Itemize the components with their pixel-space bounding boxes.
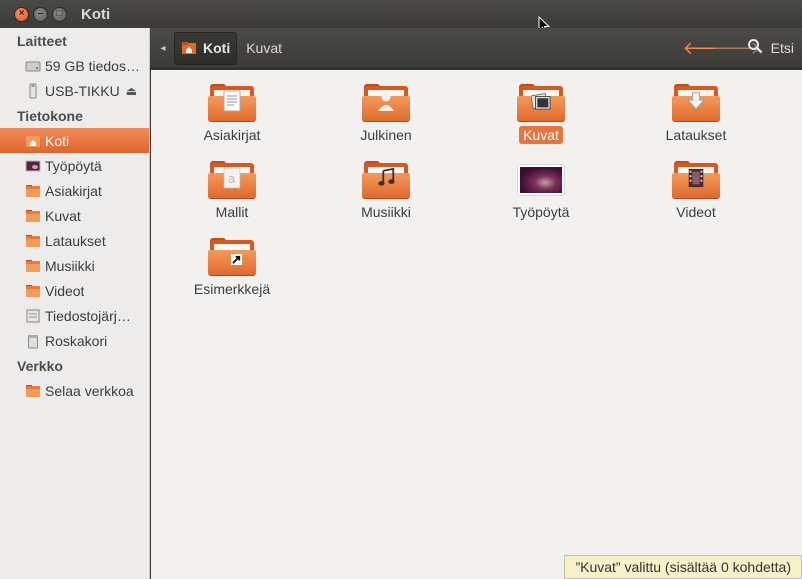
sidebar-item-musiikki[interactable]: Musiikki: [0, 253, 149, 278]
hard-drive-icon: [25, 58, 41, 74]
sidebar-item-label: Musiikki: [45, 257, 95, 274]
home-folder-icon: [181, 40, 197, 56]
sidebar-item-label: Videot: [45, 282, 85, 299]
pictures-folder-icon: [25, 208, 41, 224]
file-item-mallit[interactable]: a Mallit: [155, 147, 309, 221]
file-item-label: Musiikki: [361, 204, 411, 220]
sidebar: Laitteet 59 GB tiedos… USB-TIKKU ⏏ Tietokone…: [0, 28, 150, 579]
sidebar-item-label: Koti: [45, 132, 70, 149]
status-bar: ”Kuvat” valittu (sisältää 0 kohdetta): [564, 555, 802, 579]
desktop-folder-icon: [518, 165, 564, 195]
usb-drive-icon: [25, 83, 41, 99]
breadcrumb-scroll-left-button[interactable]: ◂: [152, 43, 174, 54]
sidebar-item-label: Työpöytä: [45, 157, 102, 174]
sidebar-item-label: Roskakori: [45, 332, 108, 349]
file-item-label: Kuvat: [519, 126, 563, 144]
trash-icon: [25, 333, 41, 349]
file-item-videot[interactable]: Videot: [619, 147, 773, 221]
file-item-label: Lataukset: [665, 127, 727, 143]
sidebar-item-label: USB-TIKKU: [45, 82, 120, 99]
network-icon: [25, 383, 41, 399]
sidebar-item-label: Selaa verkkoa: [45, 382, 134, 399]
sidebar-item-kuvat[interactable]: Kuvat: [0, 203, 149, 228]
sidebar-section-heading: Tietokone: [17, 107, 83, 124]
search-icon[interactable]: [743, 38, 767, 59]
sidebar-item-roskakori[interactable]: Roskakori: [0, 328, 149, 353]
sidebar-item-työpöytä[interactable]: Työpöytä: [0, 153, 149, 178]
sidebar-item-asiakirjat[interactable]: Asiakirjat: [0, 178, 149, 203]
documents-folder-icon: [208, 84, 256, 124]
breadcrumb-kuvat[interactable]: Kuvat: [246, 40, 282, 56]
file-view[interactable]: Asiakirjat Julkinen Kuvat Lataukset a Mal…: [151, 70, 802, 579]
forward-arrow-icon[interactable]: 🡒: [713, 38, 761, 59]
sidebar-item-tiedostojärj[interactable]: Tiedostojärj…: [0, 303, 149, 328]
downloads-folder-icon: [672, 84, 720, 124]
downloads-folder-icon: [25, 233, 41, 249]
sidebar-item-koti[interactable]: Koti: [0, 128, 149, 153]
file-item-label: Julkinen: [360, 127, 412, 143]
music-folder-icon: [362, 161, 410, 201]
file-item-label: Työpöytä: [512, 204, 570, 220]
svg-text:a: a: [228, 172, 235, 186]
maximize-window-button[interactable]: □: [52, 6, 67, 22]
sidebar-item-selaa-verkkoa[interactable]: Selaa verkkoa: [0, 378, 149, 403]
file-item-esimerkkejä[interactable]: Esimerkkejä: [155, 224, 309, 298]
minimize-window-button[interactable]: –: [33, 6, 48, 22]
videos-folder-icon: [25, 283, 41, 299]
filesystem-icon: [25, 308, 41, 324]
toolbar: ◂ Koti Kuvat 🡐 🡒 Etsi: [150, 28, 802, 69]
examples-link-folder-icon: [208, 238, 256, 278]
sidebar-item-label: Asiakirjat: [45, 182, 102, 199]
search-button-label[interactable]: Etsi: [771, 40, 794, 56]
sidebar-section-heading: Laitteet: [17, 32, 67, 49]
breadcrumb-home-button[interactable]: Koti: [174, 31, 238, 65]
public-folder-icon: [362, 84, 410, 124]
eject-icon[interactable]: ⏏: [126, 84, 137, 98]
close-window-button[interactable]: ×: [14, 6, 29, 22]
sidebar-item-label: Lataukset: [45, 232, 106, 249]
desktop-icon: [25, 158, 41, 174]
window-titlebar: × – □ Koti: [0, 0, 802, 28]
window-title: Koti: [81, 5, 111, 23]
templates-folder-icon: a: [208, 161, 256, 201]
file-item-label: Esimerkkejä: [193, 281, 271, 297]
sidebar-item-label: 59 GB tiedos…: [45, 57, 140, 74]
sidebar-item-lataukset[interactable]: Lataukset: [0, 228, 149, 253]
sidebar-item-59-gb-tiedos[interactable]: 59 GB tiedos…: [0, 53, 149, 78]
file-item-musiikki[interactable]: Musiikki: [309, 147, 463, 221]
file-item-label: Asiakirjat: [203, 127, 261, 143]
file-item-lataukset[interactable]: Lataukset: [619, 70, 773, 144]
breadcrumb-home-label: Koti: [203, 40, 231, 56]
sidebar-item-label: Tiedostojärj…: [45, 307, 131, 324]
file-item-kuvat[interactable]: Kuvat: [464, 70, 618, 144]
file-item-julkinen[interactable]: Julkinen: [309, 70, 463, 144]
file-item-asiakirjat[interactable]: Asiakirjat: [155, 70, 309, 144]
file-item-työpöytä[interactable]: Työpöytä: [464, 147, 618, 221]
sidebar-item-videot[interactable]: Videot: [0, 278, 149, 303]
file-item-label: Videot: [676, 204, 716, 220]
videos-folder-icon: [672, 161, 720, 201]
sidebar-section-heading: Verkko: [17, 357, 63, 374]
home-folder-icon: [25, 133, 41, 149]
file-item-label: Mallit: [215, 204, 249, 220]
sidebar-item-usb-tikku[interactable]: USB-TIKKU ⏏: [0, 78, 149, 103]
back-arrow-icon[interactable]: 🡐: [683, 38, 731, 59]
pictures-folder-icon: [517, 84, 565, 124]
music-folder-icon: [25, 258, 41, 274]
documents-folder-icon: [25, 183, 41, 199]
sidebar-item-label: Kuvat: [45, 207, 81, 224]
